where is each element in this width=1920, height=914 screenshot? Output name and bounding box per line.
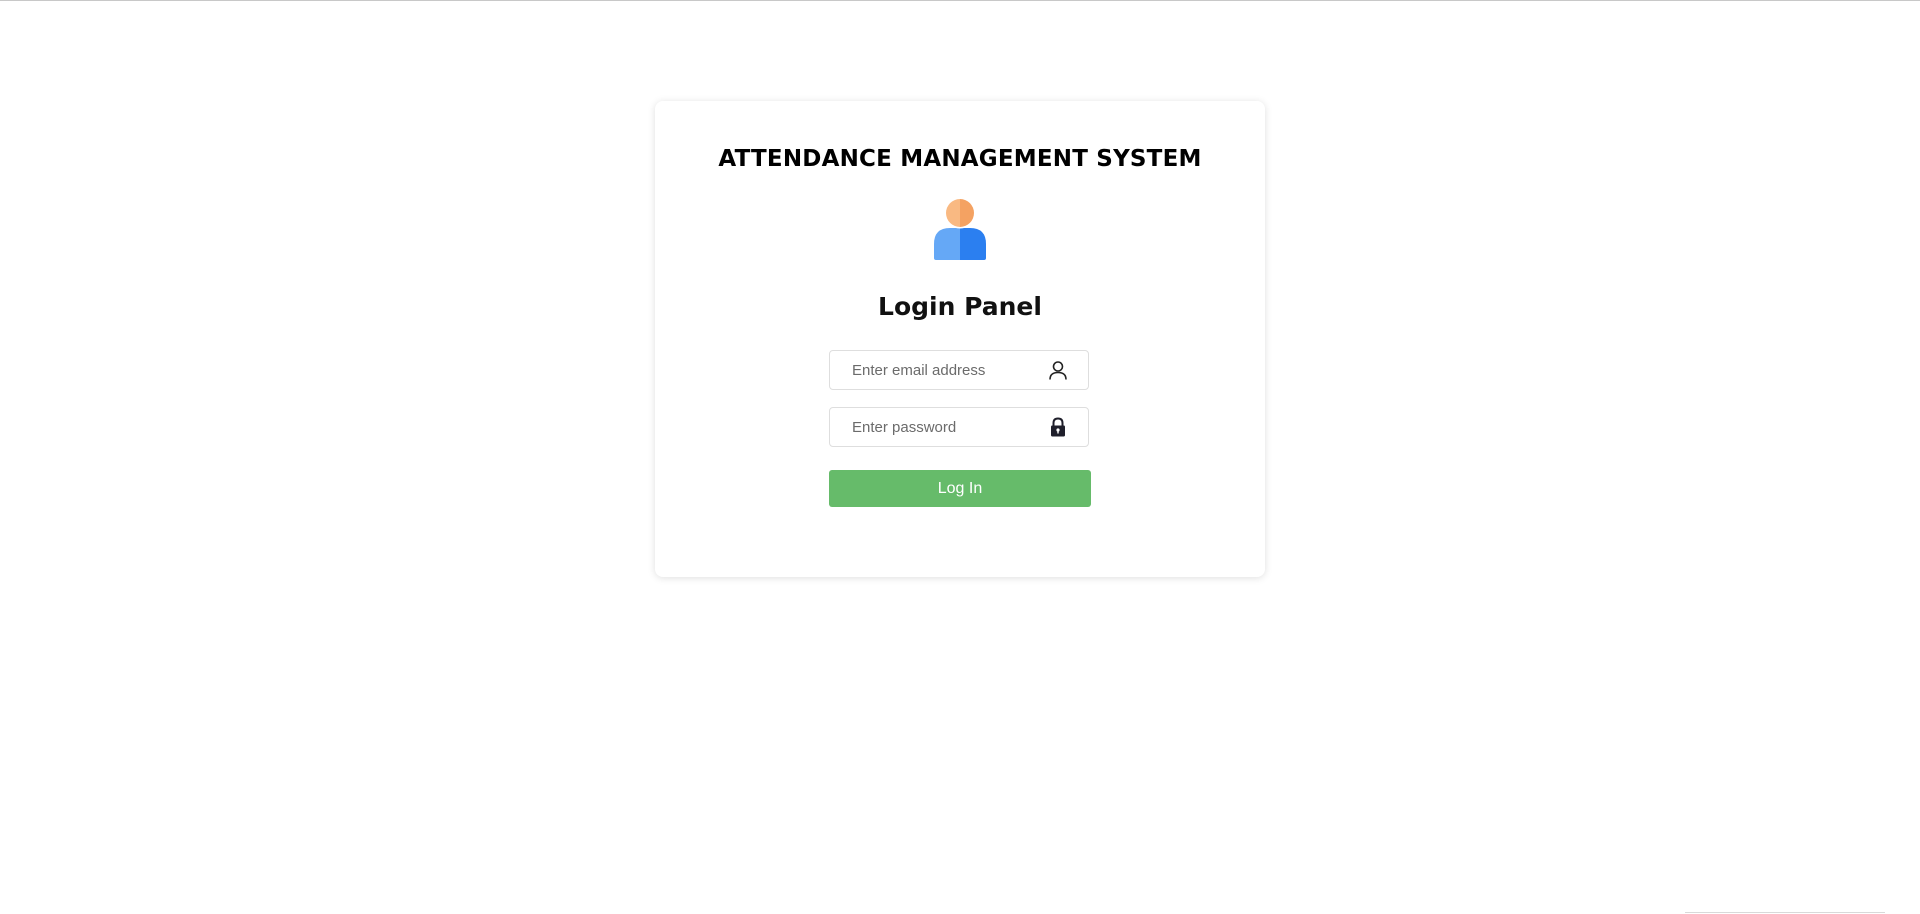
top-border xyxy=(0,0,1920,1)
app-title: ATTENDANCE MANAGEMENT SYSTEM xyxy=(718,146,1202,172)
bottom-border xyxy=(1685,912,1885,913)
lock-icon xyxy=(1051,417,1065,437)
user-icon xyxy=(1049,361,1067,380)
login-panel-heading: Login Panel xyxy=(878,292,1042,321)
user-avatar-icon xyxy=(934,198,986,260)
email-input[interactable] xyxy=(830,351,1040,389)
login-button[interactable]: Log In xyxy=(829,470,1091,507)
password-input[interactable] xyxy=(830,408,1040,446)
login-card: ATTENDANCE MANAGEMENT SYSTEM Login Panel… xyxy=(655,101,1265,577)
password-field[interactable] xyxy=(829,407,1089,447)
email-field[interactable] xyxy=(829,350,1089,390)
